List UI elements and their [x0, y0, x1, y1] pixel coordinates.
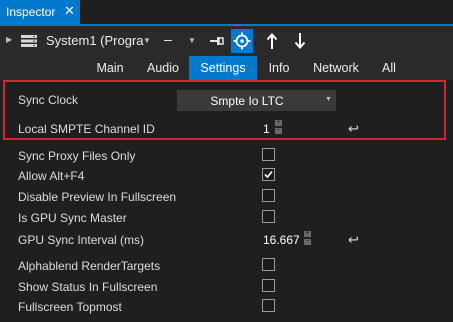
- gpu-sync-master-label: Is GPU Sync Master: [18, 211, 127, 225]
- arrow-up-icon: [266, 33, 278, 49]
- tab-all[interactable]: All: [375, 56, 403, 80]
- fullscreen-topmost-label: Fullscreen Topmost: [18, 300, 122, 314]
- sync-proxy-label: Sync Proxy Files Only: [18, 149, 136, 163]
- allow-alt-f4-checkbox[interactable]: [262, 168, 275, 181]
- sync-proxy-checkbox[interactable]: [262, 148, 275, 161]
- gpu-sync-interval-increment[interactable]: +: [304, 230, 311, 237]
- show-status-label: Show Status In Fullscreen: [18, 280, 158, 294]
- gpu-sync-interval-decrement[interactable]: −: [304, 238, 311, 245]
- inspector-tab[interactable]: Inspector ✕: [0, 0, 80, 24]
- move-down-button[interactable]: [289, 29, 311, 53]
- target-icon: [233, 32, 251, 50]
- gpu-sync-master-checkbox[interactable]: [262, 210, 275, 223]
- checkmark-icon: [264, 170, 273, 179]
- arrow-down-icon: [294, 33, 306, 49]
- inspector-tab-label: Inspector: [6, 5, 56, 19]
- dash-caret-icon[interactable]: ▼: [188, 36, 196, 45]
- show-status-checkbox[interactable]: [262, 279, 275, 292]
- tab-network[interactable]: Network: [307, 56, 365, 80]
- device-icon: [21, 35, 37, 47]
- tab-main[interactable]: Main: [88, 56, 132, 80]
- expand-arrow-icon[interactable]: ▶: [6, 35, 12, 44]
- gpu-sync-interval-label: GPU Sync Interval (ms): [18, 233, 145, 247]
- highlight-box: [3, 80, 446, 140]
- alphablend-label: Alphablend RenderTargets: [18, 259, 161, 273]
- pin-button[interactable]: [206, 29, 228, 53]
- gpu-sync-interval-value[interactable]: 16.667: [263, 233, 300, 247]
- system-selector[interactable]: System1 (Progra: [46, 33, 144, 48]
- move-up-button[interactable]: [261, 29, 283, 53]
- fullscreen-topmost-checkbox[interactable]: [262, 299, 275, 312]
- tab-settings[interactable]: Settings: [189, 56, 257, 80]
- close-icon[interactable]: ✕: [64, 3, 75, 19]
- pin-icon: [210, 37, 224, 45]
- tab-info[interactable]: Info: [262, 56, 296, 80]
- disable-preview-checkbox[interactable]: [262, 189, 275, 202]
- dash-selector[interactable]: –: [164, 31, 172, 47]
- alphablend-checkbox[interactable]: [262, 258, 275, 271]
- tab-audio[interactable]: Audio: [140, 56, 186, 80]
- target-button[interactable]: [231, 29, 253, 53]
- allow-alt-f4-label: Allow Alt+F4: [18, 169, 85, 183]
- gpu-sync-interval-reset-icon[interactable]: ↩: [348, 232, 359, 248]
- disable-preview-label: Disable Preview In Fullscreen: [18, 190, 177, 204]
- dropdown-caret-icon[interactable]: ▼: [143, 36, 151, 45]
